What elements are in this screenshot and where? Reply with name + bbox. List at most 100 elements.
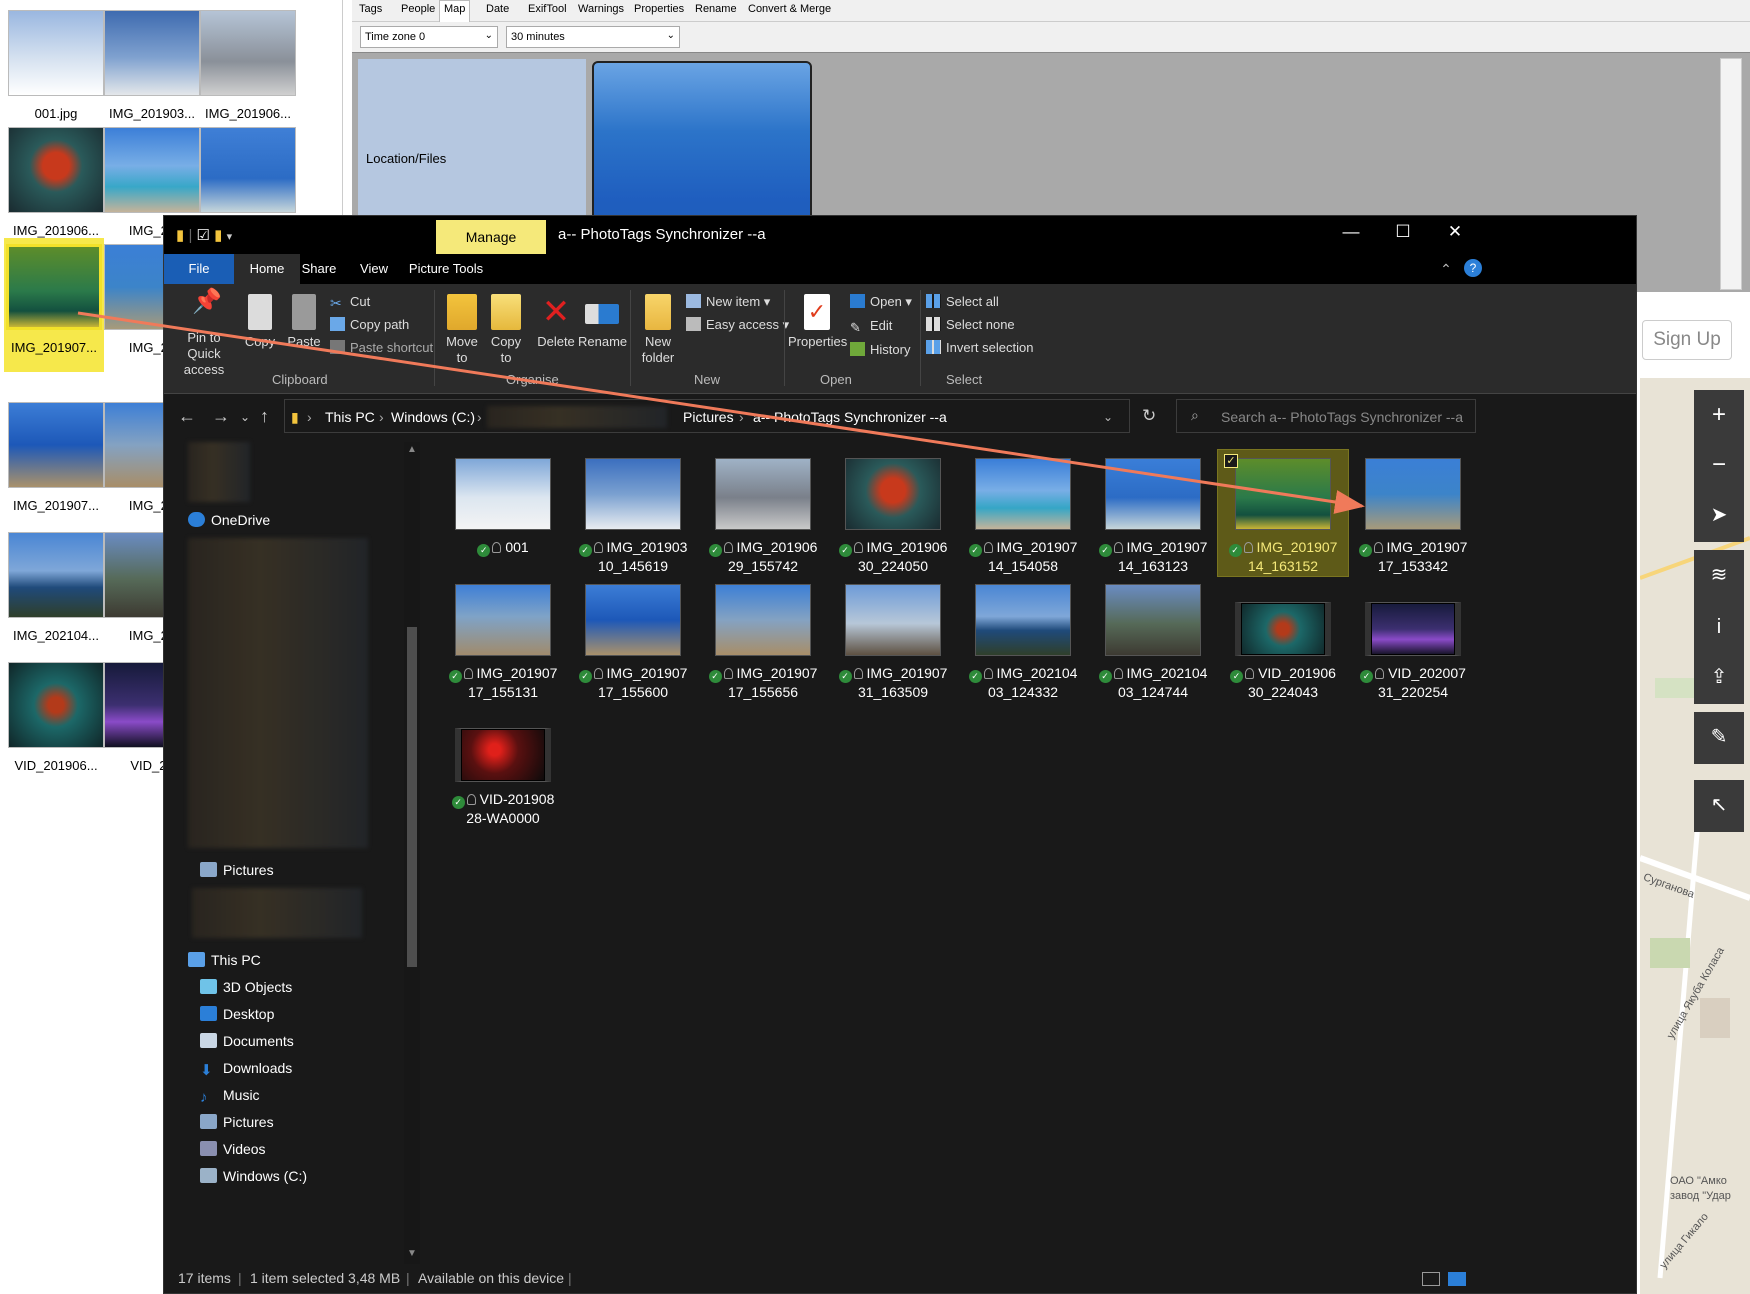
select-all-button[interactable]: Select all (926, 294, 999, 309)
maximize-button[interactable]: ☐ (1380, 222, 1426, 242)
tab-warnings[interactable]: Warnings (578, 3, 624, 15)
file-item[interactable]: ✓ VID-201908 28-WA0000 (438, 702, 568, 828)
file-item[interactable]: ✓ IMG_201906 29_155742 (698, 450, 828, 576)
thumbnail-item[interactable]: IMG_201907... (6, 396, 106, 526)
file-item[interactable]: ✓ IMG_201907 14_154058 (958, 450, 1088, 576)
details-view-icon[interactable] (1422, 1272, 1440, 1286)
edit-button[interactable]: ✎ Edit (850, 318, 892, 335)
tab-properties[interactable]: Properties (634, 3, 684, 15)
history-button[interactable]: History (850, 342, 910, 357)
close-button[interactable]: ✕ (1432, 222, 1478, 242)
nav-downloads[interactable]: ⬇ Downloads (200, 1060, 292, 1079)
recent-locations-icon[interactable]: ⌄ (240, 410, 250, 424)
collapse-ribbon-icon[interactable]: ⌃ (1436, 254, 1456, 284)
properties-button[interactable]: ✓ Properties (788, 294, 847, 350)
easy-access-button[interactable]: Easy access ▾ (686, 317, 789, 333)
file-item[interactable]: ✓ IMG_201907 17_153342 (1348, 450, 1478, 576)
file-item[interactable]: ✓ IMG_201906 30_224050 (828, 450, 958, 576)
move-to-button[interactable]: Move to (440, 294, 484, 366)
customize-toolbar-icon[interactable]: ▾ (227, 231, 233, 243)
copy-button[interactable]: Copy (238, 294, 282, 350)
copy-to-button[interactable]: Copy to (484, 294, 528, 366)
file-item[interactable]: ✓ IMG_202104 03_124332 (958, 576, 1088, 702)
tab-people[interactable]: People (401, 3, 435, 15)
tab-file[interactable]: File (164, 254, 234, 284)
thumbnail-item[interactable]: IMG_201903... (102, 4, 202, 134)
refresh-icon[interactable]: ↻ (1142, 406, 1156, 426)
nav-desktop[interactable]: Desktop (200, 1006, 274, 1022)
thumbnail-item-selected[interactable]: IMG_201907... (4, 238, 104, 372)
info-icon[interactable]: i (1694, 602, 1744, 654)
file-item[interactable]: ✓ IMG_201907 17_155600 (568, 576, 698, 702)
copy-path-button[interactable]: Copy path (330, 317, 409, 332)
back-icon[interactable]: ← (178, 406, 196, 427)
thumbnail-item[interactable]: IMG_201906... (6, 121, 106, 251)
thumbnail-item[interactable]: VID_201906... (6, 656, 106, 786)
nav-3d-objects[interactable]: 3D Objects (200, 979, 292, 995)
file-item[interactable]: ✓ IMG_201903 10_145619 (568, 450, 698, 576)
breadcrumb-pictures[interactable]: Pictures (683, 409, 734, 425)
thumbnail-item[interactable]: IMG_202104... (6, 526, 106, 656)
file-item-selected[interactable]: ✓ ✓ IMG_201907 14_163152 (1217, 449, 1349, 577)
tab-rename[interactable]: Rename (695, 3, 737, 15)
new-folder-button[interactable]: New folder (634, 294, 682, 366)
file-item[interactable]: ✓ 001 (438, 450, 568, 576)
nav-videos[interactable]: Videos (200, 1141, 266, 1157)
up-icon[interactable]: ↑ (260, 406, 269, 427)
tab-exiftool[interactable]: ExifTool (528, 3, 567, 15)
tab-picture-tools[interactable]: Picture Tools (400, 254, 492, 284)
scroll-up-icon[interactable]: ▲ (407, 444, 417, 455)
file-item[interactable]: ✓ VID_201906 30_224043 (1218, 576, 1348, 702)
rename-button[interactable]: Rename (578, 294, 627, 350)
new-folder-icon[interactable]: ▮ (214, 227, 222, 244)
minimize-button[interactable]: — (1328, 222, 1374, 242)
file-item[interactable]: ✓ IMG_201907 17_155656 (698, 576, 828, 702)
file-item[interactable]: ✓ IMG_201907 31_163509 (828, 576, 958, 702)
cut-button[interactable]: ✂ Cut (330, 294, 370, 311)
forward-icon[interactable]: → (212, 406, 230, 427)
timezone-select[interactable]: Time zone 0 ⌄ (360, 26, 498, 48)
search-input[interactable]: ⌕ Search a-- PhotoTags Synchronizer --a (1176, 399, 1476, 433)
tab-map[interactable]: Map (439, 0, 471, 22)
nav-music[interactable]: ♪ Music (200, 1087, 260, 1106)
layers-icon[interactable]: ≋ (1694, 550, 1744, 602)
file-item[interactable]: ✓ IMG_201907 14_163123 (1088, 450, 1218, 576)
nav-onedrive[interactable]: OneDrive (188, 512, 270, 528)
thumbnail-item[interactable]: 001.jpg (6, 4, 106, 134)
file-item[interactable]: ✓ IMG_202104 03_124744 (1088, 576, 1218, 702)
share-icon[interactable]: ⇪ (1694, 652, 1744, 704)
file-item[interactable]: ✓ VID_202007 31_220254 (1348, 576, 1478, 702)
nav-pictures-quick[interactable]: Pictures (200, 862, 274, 878)
pin-quick-access-button[interactable]: 📌 Pin to Quick access (170, 290, 238, 378)
nav-pictures[interactable]: Pictures (200, 1114, 274, 1130)
invert-selection-button[interactable]: Invert selection (926, 340, 1033, 355)
tab-convert-merge[interactable]: Convert & Merge (748, 3, 831, 15)
nav-documents[interactable]: Documents (200, 1033, 294, 1049)
thumbnail-item[interactable]: IMG_201906... (198, 4, 298, 134)
locate-icon[interactable]: ➤ (1694, 490, 1744, 542)
paste-shortcut-button[interactable]: Paste shortcut (330, 340, 433, 355)
tab-tags[interactable]: Tags (359, 3, 382, 15)
address-history-icon[interactable]: ⌄ (1103, 410, 1113, 424)
folder-icon[interactable]: ▮ (176, 227, 184, 244)
delete-button[interactable]: ✕ Delete (534, 294, 578, 350)
interval-select[interactable]: 30 minutes ⌄ (506, 26, 680, 48)
large-icons-view-icon[interactable] (1448, 1272, 1466, 1286)
properties-icon[interactable]: ☑ (197, 227, 210, 244)
query-cursor-icon[interactable]: ↖ (1694, 780, 1744, 832)
help-icon[interactable]: ? (1464, 259, 1482, 277)
nav-scrollbar-thumb[interactable] (407, 627, 417, 967)
tab-view[interactable]: View (348, 254, 400, 284)
signup-button[interactable]: Sign Up (1642, 320, 1732, 360)
paste-button[interactable]: Paste (282, 294, 326, 350)
zoom-out-button[interactable]: − (1694, 440, 1744, 492)
selection-checkbox[interactable]: ✓ (1224, 454, 1238, 468)
nav-this-pc[interactable]: This PC (188, 952, 261, 968)
zoom-in-button[interactable]: + (1694, 390, 1744, 442)
new-item-button[interactable]: New item ▾ (686, 294, 770, 310)
select-none-button[interactable]: Select none (926, 317, 1015, 332)
scrollbar[interactable] (1720, 58, 1742, 290)
open-button[interactable]: Open ▾ (850, 294, 912, 310)
file-item[interactable]: ✓ IMG_201907 17_155131 (438, 576, 568, 702)
breadcrumb-windows-c[interactable]: Windows (C:) (391, 409, 475, 425)
